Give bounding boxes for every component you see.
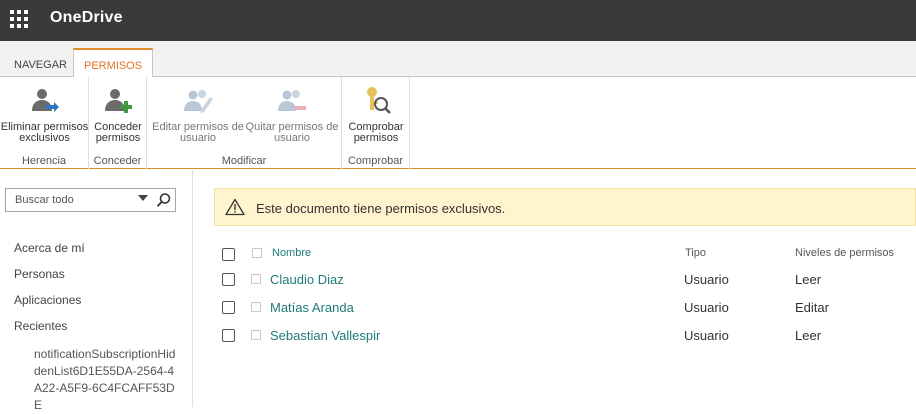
nav-link-aplicaciones[interactable]: Aplicaciones (14, 293, 81, 307)
nav-link-recientes[interactable]: Recientes (14, 319, 67, 333)
user-type: Usuario (684, 300, 729, 315)
check-permissions-icon (367, 87, 391, 114)
remove-user-permissions-icon (278, 90, 306, 111)
remove-unique-permissions-label: Eliminar permisos exclusivos (0, 121, 89, 144)
warning-icon (225, 198, 245, 216)
grant-permissions-icon (105, 89, 132, 113)
group-label-conceder: Conceder (93, 155, 142, 167)
search-icon[interactable] (156, 192, 172, 208)
user-type: Usuario (684, 328, 729, 343)
nav-link-acerca-de-mi[interactable]: Acerca de mí (14, 241, 85, 255)
group-label-modificar: Modificar (221, 155, 267, 167)
tab-permisos[interactable]: PERMISOS (73, 48, 154, 78)
ribbon-tab-row: NAVEGAR PERMISOS (0, 41, 916, 78)
ribbon-group-comprobar: Comprobar permisos Comprobar (342, 77, 410, 169)
row-checkbox[interactable] (222, 301, 235, 314)
remove-unique-permissions-button[interactable]: Eliminar permisos exclusivos (0, 81, 89, 144)
user-name-link[interactable]: Claudio Diaz (270, 272, 344, 287)
ribbon-group-conceder: Conceder permisos Conceder (89, 77, 147, 169)
ribbon-body: Eliminar permisos exclusivos Herencia Co… (0, 77, 916, 169)
permission-level: Leer (795, 272, 822, 287)
check-permissions-button[interactable]: Comprobar permisos (342, 81, 410, 144)
row-checkbox[interactable] (222, 273, 235, 286)
row-checkbox[interactable] (222, 329, 235, 342)
brand-title[interactable]: OneDrive (50, 9, 123, 27)
column-header-type[interactable]: Tipo (685, 247, 706, 259)
banner-message: Este documento tiene permisos exclusivos… (256, 201, 506, 216)
waffle-icon[interactable] (10, 10, 28, 28)
ribbon-group-modificar: Editar permisos de usuario Quitar permis… (147, 77, 342, 169)
user-name-link[interactable]: Sebastian Vallespir (270, 328, 380, 343)
remove-unique-permissions-icon (31, 89, 59, 112)
nav-link-personas[interactable]: Personas (14, 267, 65, 281)
search-box (5, 188, 176, 212)
edit-user-permissions-button[interactable]: Editar permisos de usuario (152, 81, 244, 144)
left-navigation: Acerca de mí Personas Aplicaciones Recie… (0, 170, 193, 412)
permission-level: Editar (795, 300, 829, 315)
grant-permissions-label: Conceder permisos (94, 121, 142, 144)
recent-item-link[interactable]: notificationSubscriptionHiddenList6D1E55… (34, 346, 179, 414)
grant-permissions-button[interactable]: Conceder permisos (89, 81, 147, 144)
remove-user-permissions-label: Quitar permisos de usuario (245, 121, 339, 144)
user-name-link[interactable]: Matías Aranda (270, 300, 354, 315)
search-input[interactable] (6, 189, 134, 211)
row-icon-checkbox[interactable] (251, 274, 261, 284)
group-label-herencia: Herencia (21, 155, 67, 167)
ribbon-group-herencia: Eliminar permisos exclusivos Herencia (0, 77, 89, 169)
row-icon-checkbox[interactable] (251, 302, 261, 312)
group-label-comprobar: Comprobar (347, 155, 404, 167)
edit-user-permissions-icon (184, 90, 213, 113)
edit-user-permissions-label: Editar permisos de usuario (152, 121, 244, 144)
unique-permissions-banner: Este documento tiene permisos exclusivos… (214, 188, 916, 226)
select-all-checkbox[interactable] (222, 248, 235, 261)
tab-navegar[interactable]: NAVEGAR (4, 53, 77, 77)
suite-bar: OneDrive (0, 0, 916, 41)
chevron-down-icon[interactable] (138, 195, 148, 201)
permission-level: Leer (795, 328, 822, 343)
header-type-icon-checkbox[interactable] (252, 248, 262, 258)
remove-user-permissions-button[interactable]: Quitar permisos de usuario (245, 81, 339, 144)
check-permissions-label: Comprobar permisos (348, 121, 404, 144)
user-type: Usuario (684, 272, 729, 287)
column-header-level[interactable]: Niveles de permisos (795, 247, 894, 259)
column-header-name[interactable]: Nombre (272, 247, 311, 259)
row-icon-checkbox[interactable] (251, 330, 261, 340)
